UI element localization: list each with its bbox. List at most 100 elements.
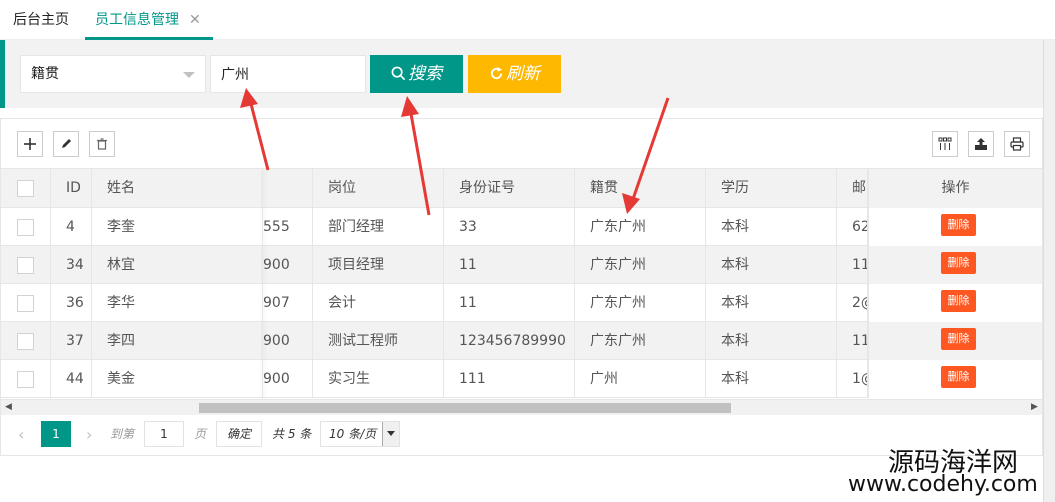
header-checkbox-cell: [1, 169, 51, 208]
cell-id: 37: [51, 322, 92, 360]
row-checkbox-cell: [1, 360, 51, 398]
cell-id-card: 11: [444, 246, 575, 284]
cell-native-place: 广东广州: [575, 246, 706, 284]
header-native-place[interactable]: 籍贯: [575, 169, 706, 208]
cell-native-place: 广东广州: [575, 322, 706, 360]
header-id[interactable]: ID: [51, 169, 92, 208]
table-row[interactable]: 44 美金 900 实习生 111 广州 本科 1@ 删除: [1, 360, 1042, 398]
tab-employee-info[interactable]: 员工信息管理 ✕: [85, 0, 213, 40]
row-checkbox-cell: [1, 284, 51, 322]
pagination: ‹ 1 › 到第 1 页 确定 共 5 条 10 条/页: [1, 415, 1042, 455]
goto-page-input[interactable]: 1: [144, 421, 184, 447]
page-size-select[interactable]: 10 条/页: [320, 421, 400, 447]
cell-id-card: 11: [444, 284, 575, 322]
cell-education: 本科: [706, 284, 837, 322]
delete-button[interactable]: 删除: [941, 252, 976, 274]
cell-native-place: 广东广州: [575, 208, 706, 246]
scroll-left-icon[interactable]: ◀: [5, 402, 12, 412]
add-button[interactable]: [17, 131, 43, 157]
next-page-icon[interactable]: ›: [86, 425, 92, 444]
page-current[interactable]: 1: [41, 421, 71, 447]
cell-partial: 900: [263, 360, 313, 398]
close-icon[interactable]: ✕: [189, 0, 201, 40]
window-scrollbar[interactable]: [1043, 40, 1055, 502]
edit-button[interactable]: [53, 131, 79, 157]
table-panel: ID 姓名 岗位 身份证号 籍贯 学历 邮 操作 4 李奎 555 部门经理 3…: [0, 118, 1043, 456]
row-checkbox[interactable]: [17, 371, 34, 388]
cell-name: 李四: [92, 322, 263, 360]
fixed-column-divider: [262, 169, 263, 399]
cell-position: 测试工程师: [313, 322, 444, 360]
cell-education: 本科: [706, 246, 837, 284]
cell-name: 李奎: [92, 208, 263, 246]
header-name[interactable]: 姓名: [92, 169, 263, 208]
cell-native-place: 广东广州: [575, 284, 706, 322]
export-button[interactable]: [968, 131, 994, 157]
table-row[interactable]: 4 李奎 555 部门经理 33 广东广州 本科 62 删除: [1, 208, 1042, 246]
horizontal-scrollbar[interactable]: ◀ ▶: [1, 399, 1042, 415]
cell-partial: 907: [263, 284, 313, 322]
printer-icon: [1010, 137, 1024, 151]
table-header-row: ID 姓名 岗位 身份证号 籍贯 学历 邮 操作: [1, 169, 1042, 208]
delete-button[interactable]: 删除: [941, 366, 976, 388]
cell-operation: 删除: [868, 284, 1042, 322]
table-toolbar: [1, 119, 1042, 169]
tab-home[interactable]: 后台主页: [13, 0, 69, 40]
data-table: ID 姓名 岗位 身份证号 籍贯 学历 邮 操作 4 李奎 555 部门经理 3…: [1, 169, 1042, 399]
row-checkbox[interactable]: [17, 333, 34, 350]
select-all-checkbox[interactable]: [17, 180, 34, 197]
row-checkbox[interactable]: [17, 295, 34, 312]
columns-filter-button[interactable]: [932, 131, 958, 157]
cell-email: 1@: [837, 360, 868, 398]
search-input[interactable]: [210, 55, 366, 93]
header-position[interactable]: 岗位: [313, 169, 444, 208]
trash-icon: [97, 138, 107, 150]
cell-position: 项目经理: [313, 246, 444, 284]
search-icon: [391, 66, 406, 81]
row-checkbox[interactable]: [17, 257, 34, 274]
field-select-value: 籍贯: [31, 66, 59, 82]
search-area: 籍贯 搜索 刷新: [0, 40, 1043, 108]
cell-native-place: 广州: [575, 360, 706, 398]
cell-id: 4: [51, 208, 92, 246]
delete-toolbar-button[interactable]: [89, 131, 115, 157]
row-checkbox-cell: [1, 322, 51, 360]
scroll-right-icon[interactable]: ▶: [1031, 402, 1038, 412]
header-email[interactable]: 邮: [837, 169, 868, 208]
cell-email: 2@: [837, 284, 868, 322]
cell-partial: 900: [263, 246, 313, 284]
search-button[interactable]: 搜索: [370, 55, 463, 93]
header-hidden-col: [263, 169, 313, 208]
cell-id: 44: [51, 360, 92, 398]
cell-email: 62: [837, 208, 868, 246]
pencil-icon: [62, 139, 71, 148]
columns-icon: [938, 137, 952, 150]
cell-education: 本科: [706, 322, 837, 360]
prev-page-icon[interactable]: ‹: [18, 425, 24, 444]
cell-id: 34: [51, 246, 92, 284]
cell-partial: 900: [263, 322, 313, 360]
delete-button[interactable]: 删除: [941, 328, 976, 350]
watermark-url: www.codehy.com: [848, 472, 1038, 497]
export-icon: [975, 138, 987, 150]
accent-bar: [0, 40, 5, 108]
print-button[interactable]: [1004, 131, 1030, 157]
goto-confirm-button[interactable]: 确定: [216, 421, 262, 447]
table-row[interactable]: 37 李四 900 测试工程师 123456789990 广东广州 本科 11 …: [1, 322, 1042, 360]
delete-button[interactable]: 删除: [941, 290, 976, 312]
field-select[interactable]: 籍贯: [20, 55, 206, 93]
refresh-button[interactable]: 刷新: [468, 55, 561, 93]
cell-operation: 删除: [868, 246, 1042, 284]
table-row[interactable]: 34 林宜 900 项目经理 11 广东广州 本科 11 删除: [1, 246, 1042, 284]
page-size-value: 10 条/页: [329, 427, 377, 441]
scrollbar-thumb[interactable]: [199, 403, 731, 413]
table-row[interactable]: 36 李华 907 会计 11 广东广州 本科 2@ 删除: [1, 284, 1042, 322]
cell-id-card: 111: [444, 360, 575, 398]
row-checkbox[interactable]: [17, 219, 34, 236]
refresh-icon: [490, 66, 503, 80]
chevron-down-icon[interactable]: [382, 422, 399, 446]
delete-button[interactable]: 删除: [941, 214, 976, 236]
header-id-card[interactable]: 身份证号: [444, 169, 575, 208]
header-education[interactable]: 学历: [706, 169, 837, 208]
tab-employee-info-label: 员工信息管理: [95, 12, 179, 28]
